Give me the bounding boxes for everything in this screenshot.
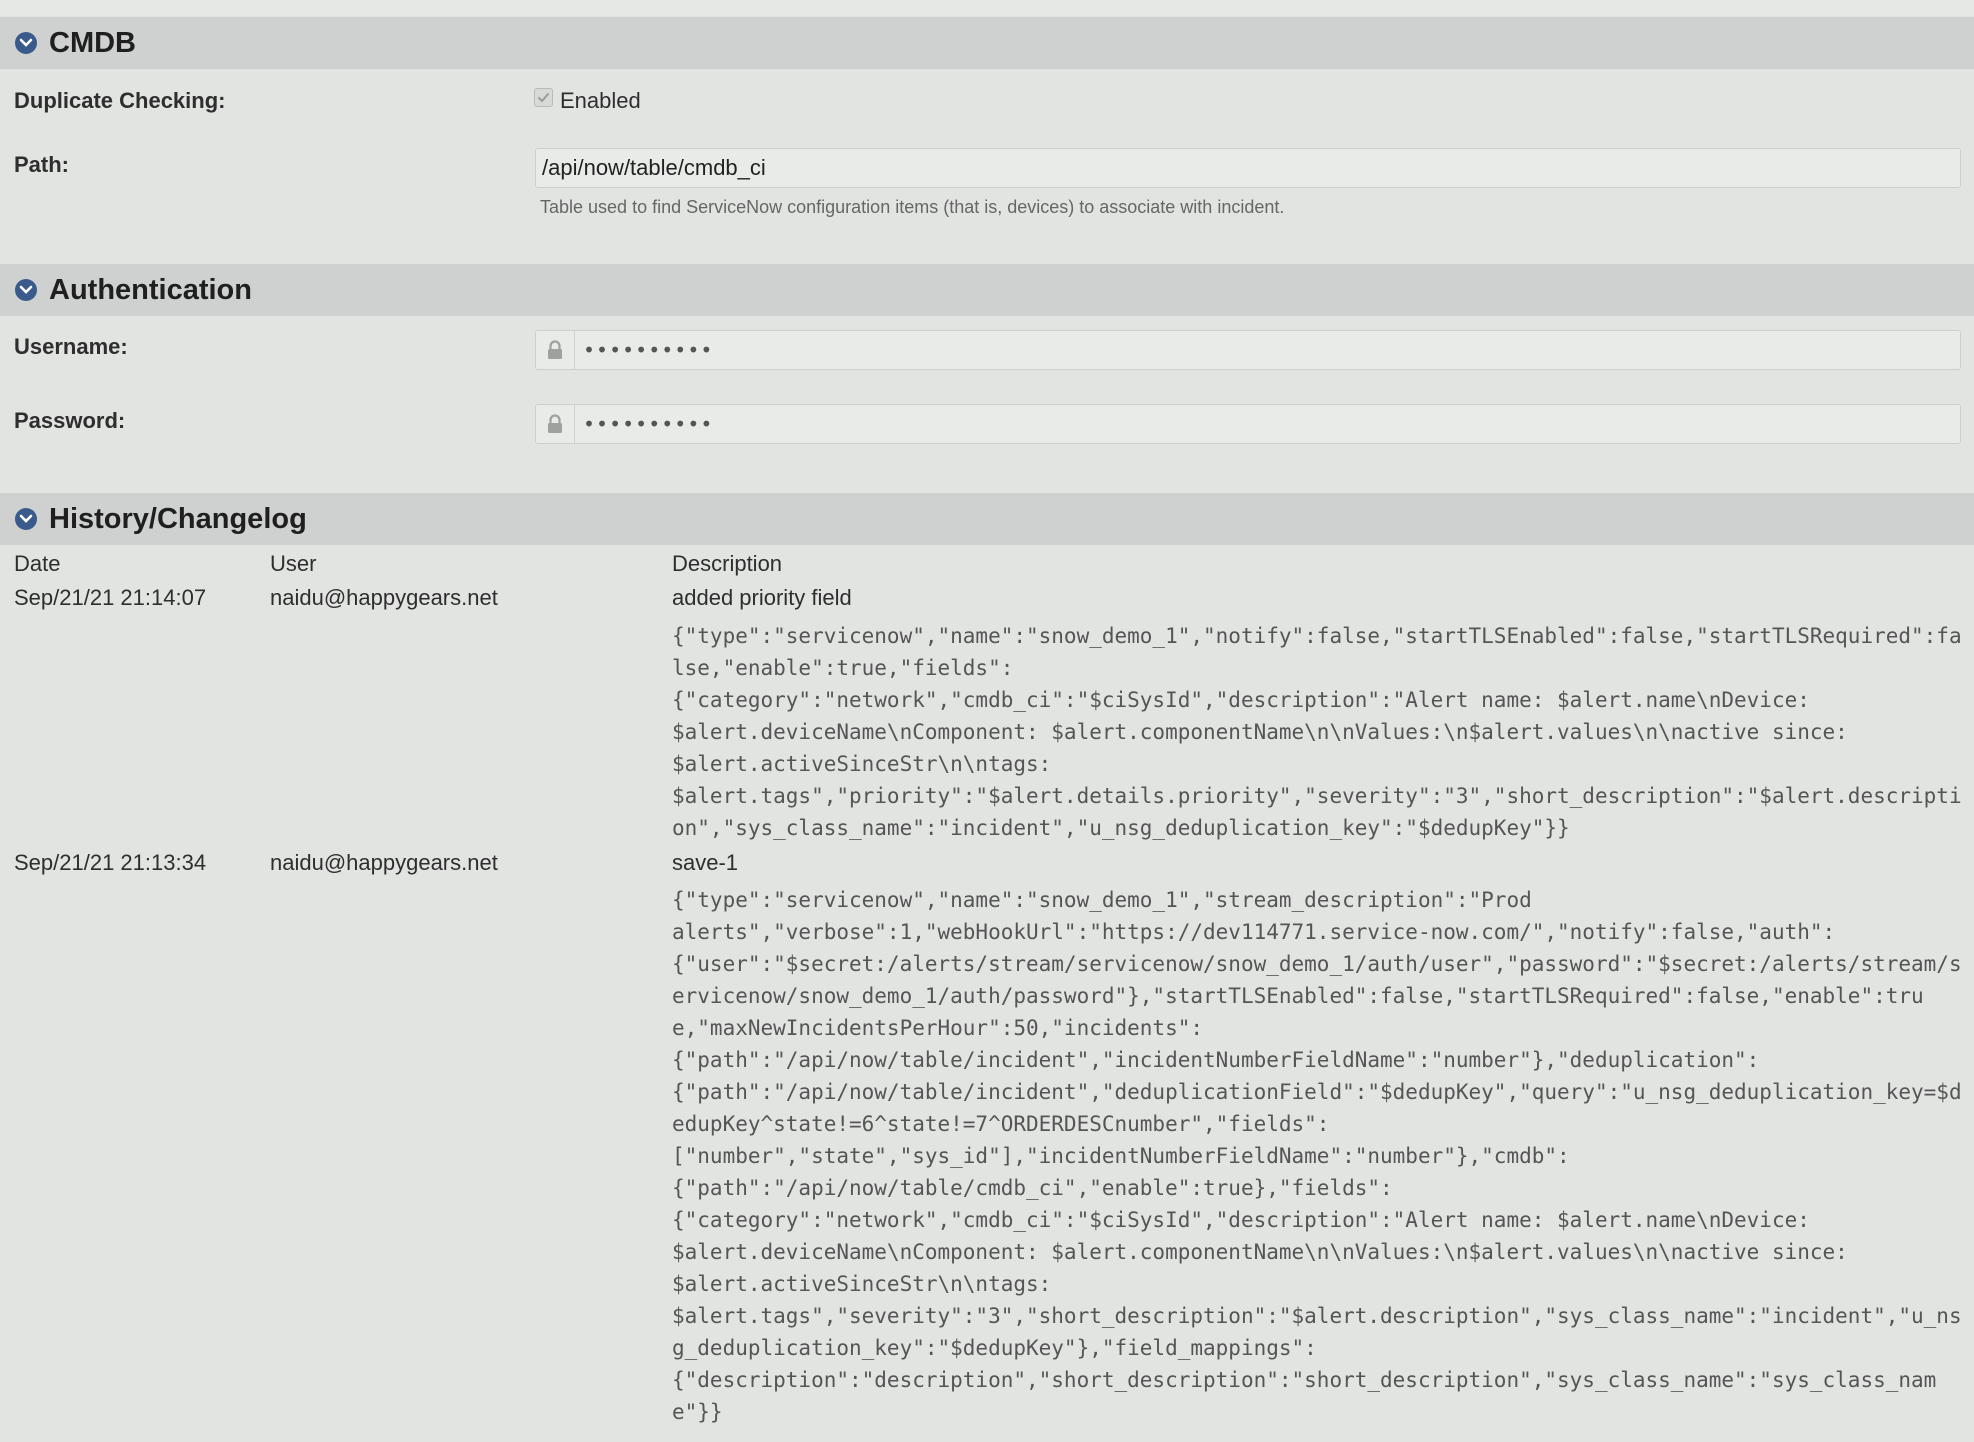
section-title-cmdb: CMDB: [49, 26, 136, 59]
history-row-date: Sep/21/21 21:13:34: [14, 850, 207, 875]
path-input-value: /api/now/table/cmdb_ci: [542, 155, 766, 180]
history-section-header[interactable]: History/Changelog: [0, 493, 1974, 545]
username-label: Username:: [14, 334, 128, 359]
column-header-description: Description: [672, 551, 783, 576]
path-input[interactable]: /api/now/table/cmdb_ci: [535, 148, 1961, 188]
duplicate-checking-label: Duplicate Checking:: [14, 88, 226, 113]
lock-icon: [536, 331, 575, 369]
history-row-summary: save-1: [672, 850, 739, 875]
password-label: Password:: [14, 408, 126, 433]
chevron-down-icon[interactable]: [15, 32, 37, 54]
history-row-user: naidu@happygears.net: [270, 850, 498, 875]
username-input[interactable]: ••••••••••: [535, 330, 1961, 370]
section-title-authentication: Authentication: [49, 273, 252, 306]
username-masked-value: ••••••••••: [583, 338, 714, 362]
path-help-text: Table used to find ServiceNow configurat…: [540, 197, 1285, 217]
chevron-down-icon[interactable]: [15, 508, 37, 530]
history-row-date: Sep/21/21 21:14:07: [14, 585, 207, 610]
history-row-json: {"type":"servicenow","name":"snow_demo_1…: [672, 624, 1962, 840]
history-row-json: {"type":"servicenow","name":"snow_demo_1…: [672, 888, 1962, 1424]
lock-icon: [536, 405, 575, 443]
chevron-down-icon[interactable]: [15, 279, 37, 301]
password-masked-value: ••••••••••: [583, 412, 714, 436]
section-title-history: History/Changelog: [49, 502, 307, 535]
history-row-summary: added priority field: [672, 585, 852, 610]
cmdb-section-header[interactable]: CMDB: [0, 17, 1974, 69]
duplicate-checking-value: Enabled: [560, 88, 641, 113]
duplicate-checking-checkbox[interactable]: [534, 88, 553, 107]
history-row-user: naidu@happygears.net: [270, 585, 498, 610]
authentication-section-header[interactable]: Authentication: [0, 264, 1974, 316]
column-header-user: User: [270, 551, 317, 576]
column-header-date: Date: [14, 551, 61, 576]
path-label: Path:: [14, 152, 69, 177]
password-input[interactable]: ••••••••••: [535, 404, 1961, 444]
top-strip: [0, 0, 1974, 16]
